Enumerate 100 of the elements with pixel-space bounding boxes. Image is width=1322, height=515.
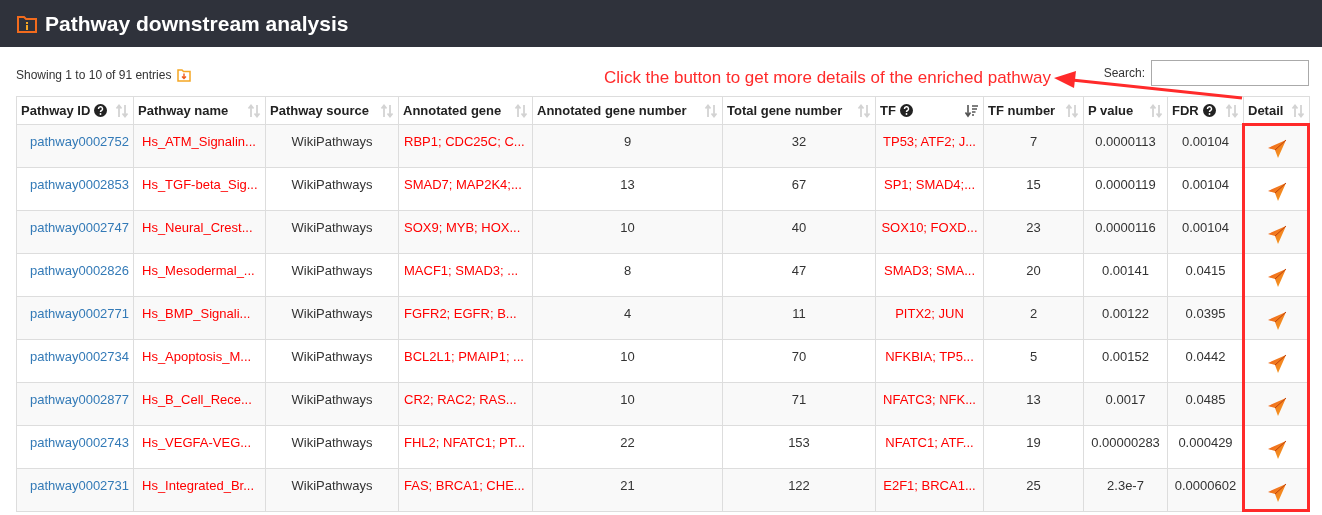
table-cell: 2.3e-7 — [1107, 478, 1144, 493]
table-cell: 0.0000113 — [1095, 134, 1156, 149]
table-cell: 20 — [1026, 263, 1041, 278]
sort-icon[interactable] — [704, 103, 718, 118]
table-cell: 19 — [1026, 435, 1041, 450]
detail-button[interactable] — [1266, 139, 1287, 159]
table-cell: 0.0485 — [1185, 392, 1226, 407]
table-cell: Hs_B_Cell_Rece... — [142, 392, 252, 407]
table-cell: 40 — [791, 220, 807, 235]
table-cell: 0.0395 — [1185, 306, 1226, 321]
table-cell: 9 — [623, 134, 632, 149]
detail-button[interactable] — [1266, 483, 1287, 503]
send-icon — [1266, 440, 1287, 460]
table-cell: 10 — [620, 220, 635, 235]
table-cell: SMAD3; SMA... — [884, 263, 975, 278]
table-cell: RBP1; CDC25C; C... — [404, 134, 525, 149]
column-header[interactable]: TF — [880, 100, 896, 121]
table-cell: CR2; RAC2; RAS... — [404, 392, 517, 407]
table-cell: E2F1; BRCA1... — [883, 478, 976, 493]
table-cell: WikiPathways — [291, 349, 373, 364]
table-cell: 0.00141 — [1102, 263, 1149, 278]
table-cell: 0.0000602 — [1174, 478, 1237, 493]
table-cell: 0.000429 — [1178, 435, 1233, 450]
detail-button[interactable] — [1266, 182, 1287, 202]
table-cell: Hs_BMP_Signali... — [142, 306, 251, 321]
send-icon — [1266, 483, 1287, 503]
table-cell: 67 — [791, 177, 807, 192]
detail-button[interactable] — [1266, 397, 1287, 417]
table-cell: 25 — [1026, 478, 1041, 493]
sort-icon[interactable] — [1149, 103, 1163, 118]
sort-icon[interactable] — [857, 103, 871, 118]
detail-button[interactable] — [1266, 311, 1287, 331]
table-cell: 13 — [1026, 392, 1041, 407]
table-cell: 47 — [791, 263, 807, 278]
table-cell: Hs_Apoptosis_M... — [142, 349, 252, 364]
table-cell: 8 — [623, 263, 632, 278]
panel-title: Pathway downstream analysis — [45, 10, 349, 37]
table-cell: Hs_ATM_Signalin... — [142, 134, 256, 149]
table-cell: 32 — [791, 134, 807, 149]
sort-icon[interactable] — [1065, 103, 1079, 118]
table-cell: 4 — [623, 306, 632, 321]
send-icon — [1266, 139, 1287, 159]
send-icon — [1266, 311, 1287, 331]
table-cell: 0.00104 — [1182, 134, 1229, 149]
table-cell: FHL2; NFATC1; PT... — [404, 435, 526, 450]
sort-icon[interactable] — [247, 103, 261, 118]
table-cell: 15 — [1026, 177, 1041, 192]
folder-info-icon — [17, 14, 37, 33]
detail-button[interactable] — [1266, 268, 1287, 288]
search-label: Search: — [1103, 65, 1145, 82]
table-cell: SOX9; MYB; HOX... — [404, 220, 521, 235]
table-cell: MACF1; SMAD3; ... — [404, 263, 519, 278]
table-cell: WikiPathways — [291, 177, 373, 192]
table-cell: WikiPathways — [291, 306, 373, 321]
send-icon — [1266, 397, 1287, 417]
table-cell: 0.00000283 — [1091, 435, 1160, 450]
table-cell: SMAD7; MAP2K4;... — [404, 177, 522, 192]
table-cell: 10 — [620, 349, 635, 364]
table-cell: 13 — [620, 177, 635, 192]
table-cell: 2 — [1029, 306, 1038, 321]
send-icon — [1266, 225, 1287, 245]
download-icon[interactable] — [177, 68, 192, 82]
table-cell: WikiPathways — [291, 134, 373, 149]
table-cell: WikiPathways — [291, 392, 373, 407]
table-cell: Hs_Integrated_Br... — [142, 478, 254, 493]
table-cell: 122 — [788, 478, 810, 493]
sort-icon[interactable] — [380, 103, 394, 118]
table-cell: 0.00122 — [1102, 306, 1149, 321]
table-cell: 5 — [1029, 349, 1038, 364]
table-cell: 0.0017 — [1105, 392, 1146, 407]
table-cell: 0.0000119 — [1095, 177, 1156, 192]
sort-icon[interactable] — [1225, 103, 1239, 118]
table-cell: WikiPathways — [291, 263, 373, 278]
table-cell: FAS; BRCA1; CHE... — [404, 478, 525, 493]
table-cell: 70 — [791, 349, 807, 364]
detail-button[interactable] — [1266, 354, 1287, 374]
sort-icon[interactable] — [115, 103, 129, 118]
table-cell: 22 — [620, 435, 635, 450]
table-cell: 0.00104 — [1182, 220, 1229, 235]
table-cell: PITX2; JUN — [895, 306, 964, 321]
table-cell: FGFR2; EGFR; B... — [404, 306, 517, 321]
table-cell: 71 — [791, 392, 807, 407]
table-cell: 0.00152 — [1102, 349, 1149, 364]
table-cell: 11 — [792, 306, 806, 321]
table-cell: TP53; ATF2; J... — [883, 134, 976, 149]
table-cell: 23 — [1026, 220, 1041, 235]
sort-descending-icon[interactable] — [965, 103, 979, 118]
detail-button[interactable] — [1266, 440, 1287, 460]
search-field[interactable] — [1151, 60, 1309, 86]
detail-button[interactable] — [1266, 225, 1287, 245]
table-cell: Hs_Mesodermal_... — [142, 263, 255, 278]
sort-icon[interactable] — [514, 103, 528, 118]
send-icon — [1266, 354, 1287, 374]
table-cell: WikiPathways — [291, 435, 373, 450]
table-cell: 153 — [788, 435, 810, 450]
table-cell: Hs_TGF-beta_Sig... — [142, 177, 258, 192]
table-cell: WikiPathways — [291, 220, 373, 235]
table-cell: 0.0000116 — [1095, 220, 1156, 235]
table-cell: SOX10; FOXD... — [881, 220, 978, 235]
sort-icon[interactable] — [1291, 103, 1305, 118]
